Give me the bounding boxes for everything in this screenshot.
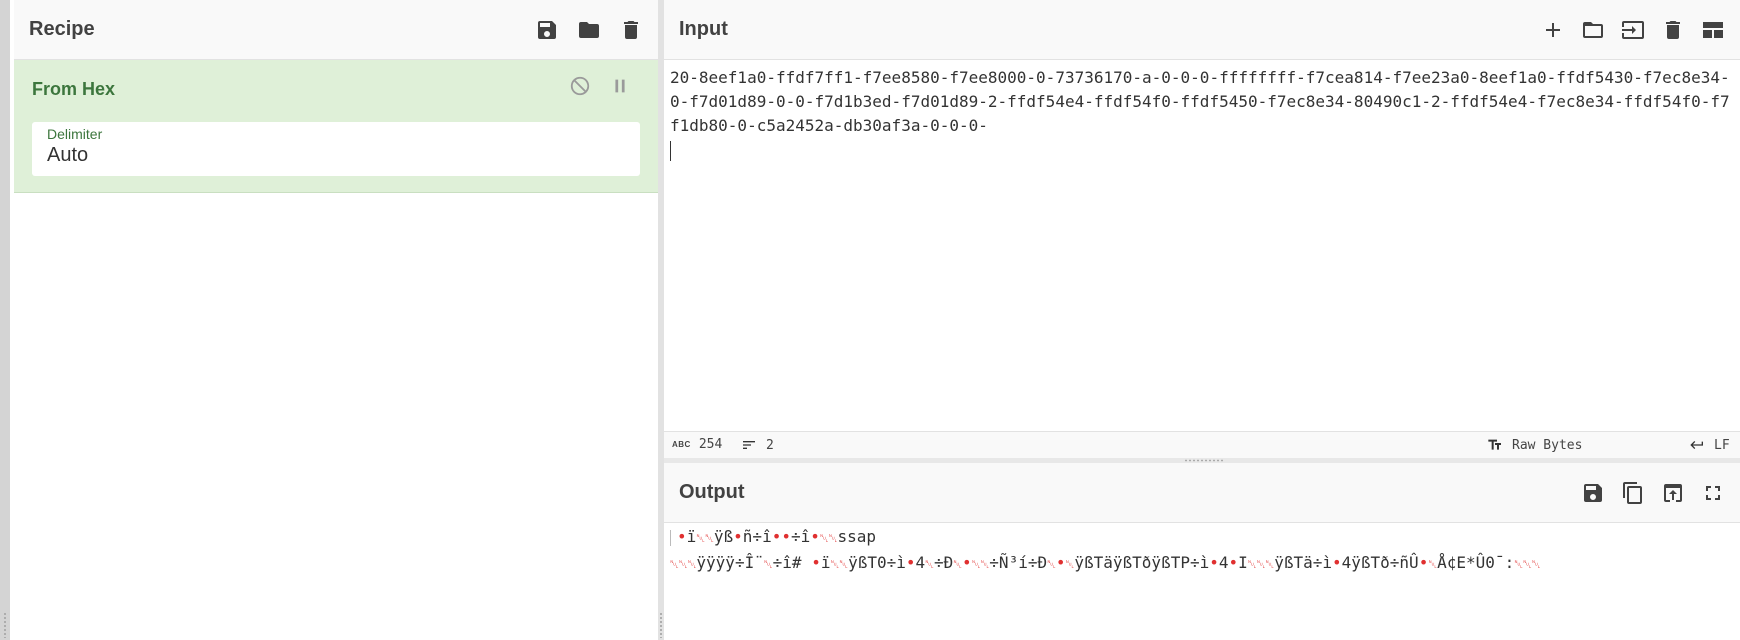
input-textarea[interactable]: 20-8eef1a0-ffdf7ff1-f7ee8580-f7ee8000-0-… bbox=[670, 66, 1734, 162]
folder-icon[interactable] bbox=[1581, 18, 1605, 42]
control-char: ␀␀␀ bbox=[1247, 558, 1275, 571]
copy-icon[interactable] bbox=[1621, 481, 1645, 505]
unprintable-char: •• bbox=[771, 527, 791, 546]
output-segment: ÷î bbox=[790, 527, 811, 546]
unprintable-char: • bbox=[677, 527, 687, 546]
output-segment: ÿßTäÿßTðÿßTP÷ì bbox=[1074, 553, 1210, 572]
recipe-toolbar bbox=[535, 18, 643, 42]
save-icon[interactable] bbox=[1581, 481, 1605, 505]
input-header: Input bbox=[664, 0, 1740, 60]
output-text[interactable]: •ï␀␀ÿß•ñ÷î••÷î•␀␀ssap ␀␀␀ÿÿÿÿ÷Î¨␀÷î# •ï␀␀… bbox=[670, 525, 1734, 577]
output-toolbar bbox=[1581, 481, 1725, 505]
length-value: 254 bbox=[698, 437, 723, 452]
text-caret bbox=[670, 140, 671, 161]
format-stat[interactable]: Raw Bytes bbox=[1486, 437, 1582, 453]
control-char: ␀␀␀ bbox=[1514, 558, 1541, 571]
abc-icon: ABC bbox=[672, 440, 691, 449]
control-char: ␀␀ bbox=[819, 532, 838, 545]
replace-input-icon[interactable] bbox=[1661, 481, 1685, 505]
layout-icon[interactable] bbox=[1701, 18, 1725, 42]
operation-title: From Hex bbox=[32, 79, 116, 99]
save-icon[interactable] bbox=[535, 18, 559, 42]
resize-grip[interactable] bbox=[1184, 459, 1224, 462]
length-stat: ABC 254 bbox=[672, 437, 722, 452]
unprintable-char: • bbox=[1418, 553, 1429, 572]
lines-icon bbox=[743, 441, 755, 449]
delimiter-label: Delimiter bbox=[47, 126, 103, 142]
output-segment: ÿßTä÷ì bbox=[1274, 553, 1332, 572]
plus-icon[interactable] bbox=[1541, 18, 1565, 42]
unprintable-char: • bbox=[1209, 553, 1219, 572]
operation-from-hex[interactable]: From Hex Delimiter Auto bbox=[14, 60, 658, 193]
output-line: •ï␀␀ÿß•ñ÷î••÷î•␀␀ssap bbox=[670, 525, 1734, 551]
input-toolbar bbox=[1541, 18, 1725, 42]
control-char: ␀ bbox=[1428, 558, 1438, 571]
lines-stat: 2 bbox=[740, 437, 774, 453]
unprintable-char: • bbox=[962, 553, 972, 572]
unprintable-char: • bbox=[1331, 553, 1342, 572]
resize-grip[interactable] bbox=[659, 612, 663, 638]
input-status-bar: ABC 254 2 Raw Bytes LF bbox=[664, 431, 1740, 458]
input-pane: Input 20-8eef1a0-ffdf7ff1-f7ee8580-f7ee8… bbox=[664, 0, 1740, 458]
lines-value: 2 bbox=[766, 437, 774, 453]
left-gutter bbox=[0, 0, 10, 640]
text-caret bbox=[670, 529, 671, 546]
output-segment: 4 bbox=[915, 553, 926, 572]
output-segment: ÿßT0÷ì bbox=[848, 553, 906, 572]
unprintable-char: • bbox=[733, 527, 743, 546]
output-segment: 4 bbox=[1218, 553, 1229, 572]
recipe-title: Recipe bbox=[29, 18, 95, 40]
delimiter-field[interactable]: Delimiter Auto bbox=[32, 122, 640, 176]
output-segment: ÷î# bbox=[772, 553, 812, 572]
recipe-pane: Recipe From Hex Delimiter Auto bbox=[14, 0, 658, 640]
output-segment: ÿß bbox=[713, 527, 734, 546]
output-pane: Output •ï␀␀ÿß•ñ÷î••÷î•␀␀ssap ␀␀␀ÿÿÿÿ÷Î¨␀÷… bbox=[664, 463, 1740, 640]
output-segment: ssap bbox=[837, 527, 877, 546]
control-char: ␀␀␀ bbox=[670, 558, 697, 571]
control-char: ␀␀ bbox=[971, 558, 990, 571]
format-value: Raw Bytes bbox=[1512, 437, 1583, 453]
control-char: ␀ bbox=[953, 558, 963, 571]
eol-value: LF bbox=[1714, 437, 1730, 453]
text-format-icon bbox=[1488, 439, 1501, 450]
folder-icon[interactable] bbox=[577, 18, 601, 42]
disable-icon[interactable] bbox=[568, 74, 592, 98]
output-segment: ñ÷î bbox=[742, 527, 772, 546]
input-file-icon[interactable] bbox=[1621, 18, 1645, 42]
trash-icon[interactable] bbox=[1661, 18, 1685, 42]
pause-icon[interactable] bbox=[608, 74, 632, 98]
control-char: ␀␀ bbox=[696, 532, 714, 545]
input-title: Input bbox=[679, 18, 728, 40]
output-segment: ÷Ð bbox=[933, 553, 954, 572]
operation-controls bbox=[568, 74, 632, 98]
output-line: ␀␀␀ÿÿÿÿ÷Î¨␀÷î# •ï␀␀ÿßT0÷ì•4␀÷Ð␀•␀␀÷Ñ³í÷Ð… bbox=[670, 551, 1734, 577]
control-char: ␀ bbox=[1047, 558, 1056, 571]
output-segment: Å¢E*Û0¯: bbox=[1437, 553, 1515, 572]
delimiter-value[interactable]: Auto bbox=[47, 144, 88, 167]
output-header: Output bbox=[664, 463, 1740, 523]
maximize-icon[interactable] bbox=[1701, 481, 1725, 505]
output-segment: ï bbox=[686, 527, 697, 546]
output-title: Output bbox=[679, 481, 745, 503]
control-char: ␀ bbox=[925, 558, 934, 571]
unprintable-char: • bbox=[1228, 553, 1239, 572]
output-segment: ÿÿÿÿ÷Î¨ bbox=[696, 553, 764, 572]
control-char: ␀␀ bbox=[830, 558, 849, 571]
resize-grip[interactable] bbox=[3, 612, 7, 638]
unprintable-char: • bbox=[811, 553, 821, 572]
control-char: ␀ bbox=[763, 558, 773, 571]
output-segment: 4ÿßTð÷ñÛ bbox=[1341, 553, 1419, 572]
output-segment: ÷Ñ³í÷Ð bbox=[989, 553, 1048, 572]
eol-icon bbox=[1690, 441, 1703, 449]
unprintable-char: • bbox=[1055, 553, 1066, 572]
trash-icon[interactable] bbox=[619, 18, 643, 42]
recipe-header: Recipe bbox=[14, 0, 658, 60]
output-segment: I bbox=[1238, 553, 1248, 572]
unprintable-char: • bbox=[905, 553, 916, 572]
eol-stat[interactable]: LF bbox=[1688, 437, 1730, 453]
input-text-content: 20-8eef1a0-ffdf7ff1-f7ee8580-f7ee8000-0-… bbox=[670, 68, 1730, 135]
unprintable-char: • bbox=[810, 527, 820, 546]
